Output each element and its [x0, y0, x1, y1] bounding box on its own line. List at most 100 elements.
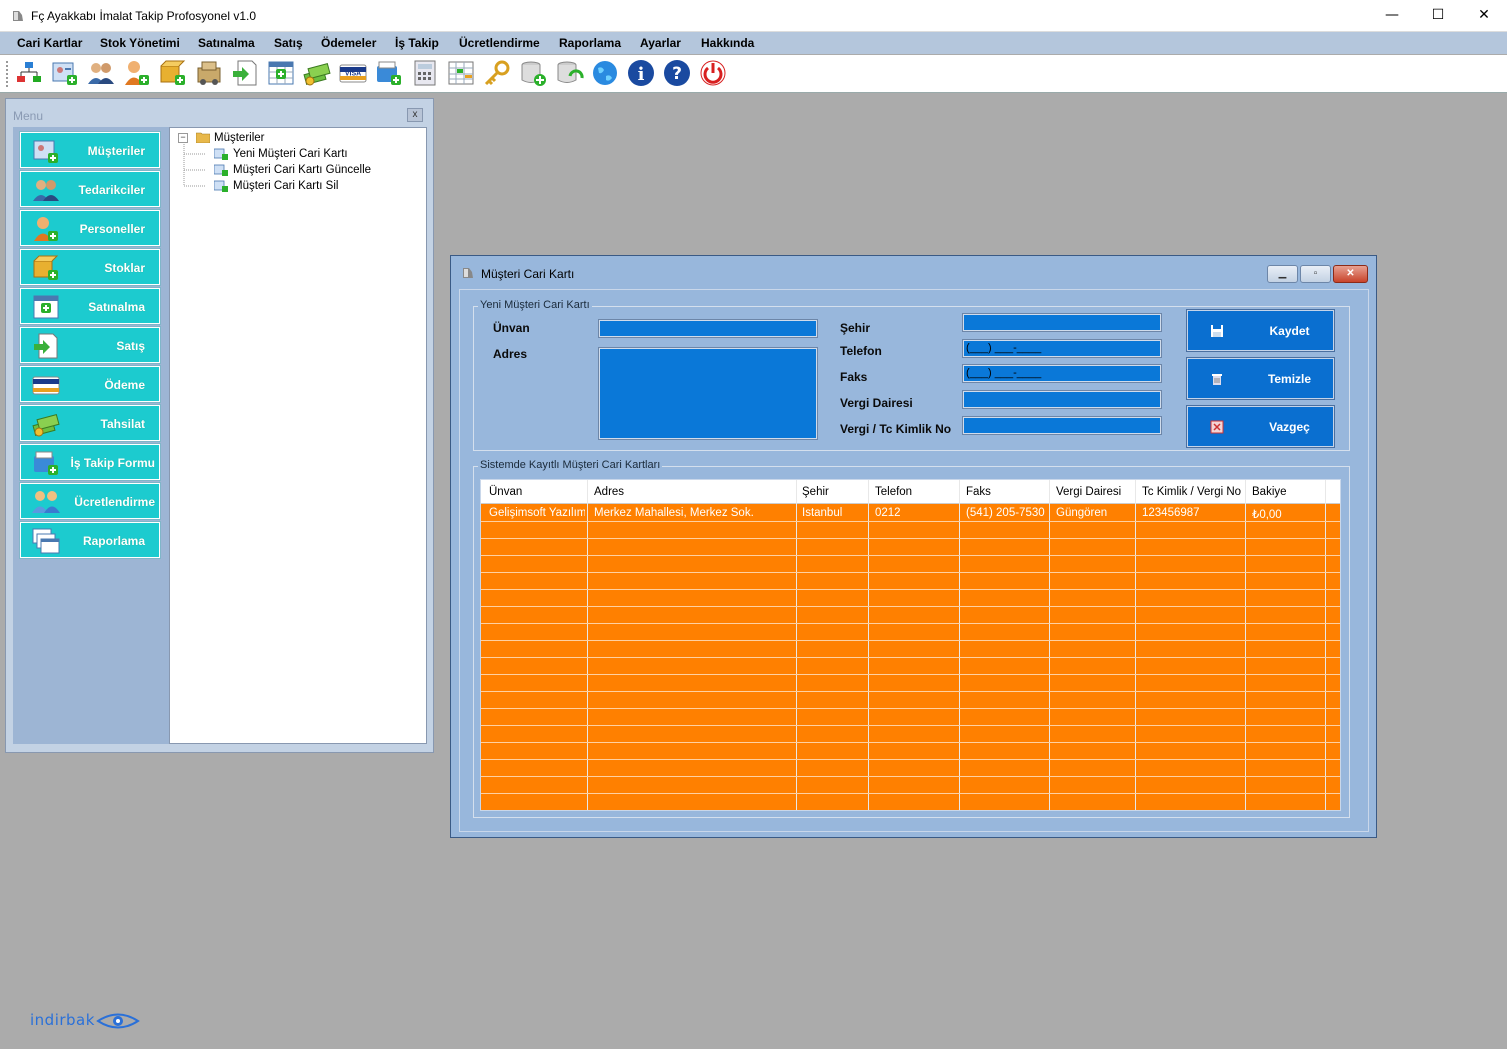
nav-button-odeme[interactable]: Ödeme [19, 365, 161, 403]
grid-header-unvan[interactable]: Ünvan [489, 486, 522, 498]
registered-customers-group-title: Sistemde Kayıtlı Müşteri Cari Kartları [478, 459, 663, 471]
nav-button-stoklar[interactable]: Stoklar [19, 248, 161, 286]
dialog-restore-button[interactable]: ▫ [1300, 265, 1331, 283]
vergi-dairesi-input[interactable] [962, 390, 1162, 409]
close-button[interactable]: ✕ [1461, 0, 1507, 32]
grid-cell-adres[interactable]: Merkez Mahallesi, Merkez Sok. [594, 507, 794, 519]
menu-panel-close-button[interactable]: x [407, 108, 423, 122]
nav-button-satinalma[interactable]: Satınalma [19, 287, 161, 325]
vergi-tc-input[interactable] [962, 416, 1162, 435]
dialog-title: Müşteri Cari Kartı [481, 267, 575, 281]
tree-item-yeni-musteri[interactable]: Yeni Müşteri Cari Kartı [233, 148, 348, 160]
nav-button-personeller[interactable]: Personeller [19, 209, 161, 247]
grid-header-faks[interactable]: Faks [966, 486, 991, 498]
grid-cell-faks[interactable]: (541) 205-7530 [966, 507, 1048, 519]
menu-cari-kartlar[interactable]: Cari Kartlar [17, 36, 82, 50]
customer-card-add-icon[interactable] [50, 58, 80, 88]
calculator-icon[interactable] [410, 58, 440, 88]
maximize-button[interactable]: ☐ [1415, 0, 1461, 32]
nav-button-satis[interactable]: Satış [19, 326, 161, 364]
database-add-icon[interactable] [518, 58, 548, 88]
grid-cell-tc-vergi-no[interactable]: 123456987 [1142, 507, 1242, 519]
grid-column-separator[interactable] [1325, 480, 1326, 810]
grid-header-sehir[interactable]: Şehir [802, 486, 829, 498]
grid-report-icon[interactable] [446, 58, 476, 88]
menu-stok-yonetimi[interactable]: Stok Yönetimi [100, 36, 180, 50]
grid-row-line [481, 640, 1340, 641]
sehir-input[interactable] [962, 313, 1162, 332]
grid-cell-telefon[interactable]: 0212 [875, 507, 957, 519]
nav-button-raporlama[interactable]: Raporlama [19, 521, 161, 559]
boxes-icon[interactable] [194, 58, 224, 88]
clear-button[interactable]: Temizle [1186, 357, 1335, 400]
payment-collect-icon[interactable] [302, 58, 332, 88]
tree-root-musteriler[interactable]: Müşteriler [214, 132, 264, 144]
personnel-add-icon[interactable] [122, 58, 152, 88]
nav-button-is-takip-formu[interactable]: İş Takip Formu [19, 443, 161, 481]
sales-doc-icon[interactable] [230, 58, 260, 88]
help-icon[interactable]: ? [662, 58, 692, 88]
visa-card-icon[interactable]: VISA [338, 58, 368, 88]
grid-cell-sehir[interactable]: İstanbul [802, 507, 866, 519]
grid-cell-bakiye[interactable]: ₺0,00 [1252, 507, 1322, 521]
nav-button-musteriler[interactable]: Müşteriler [19, 131, 161, 169]
telefon-masked-input[interactable]: (___) ___-____ [962, 339, 1162, 358]
grid-header-bakiye[interactable]: Bakiye [1252, 486, 1287, 498]
menu-hakkinda[interactable]: Hakkında [701, 36, 754, 50]
tree-item-musteri-guncelle[interactable]: Müşteri Cari Kartı Güncelle [233, 164, 371, 176]
grid-column-separator[interactable] [1135, 480, 1136, 810]
nav-button-ucretlendirme[interactable]: Ücretlendirme [19, 482, 161, 520]
faks-masked-input[interactable]: (___) ___-____ [962, 364, 1162, 383]
menu-panel-title: Menu [13, 109, 44, 123]
menu-satinalma[interactable]: Satınalma [198, 36, 255, 50]
key-icon[interactable] [482, 58, 512, 88]
grid-row-line [481, 708, 1340, 709]
org-chart-icon[interactable] [14, 58, 44, 88]
menu-ucretlendirme[interactable]: Ücretlendirme [459, 36, 540, 50]
menu-ayarlar[interactable]: Ayarlar [640, 36, 681, 50]
nav-button-tahsilat[interactable]: Tahsilat [19, 404, 161, 442]
dialog-minimize-button[interactable]: ▁ [1267, 265, 1298, 283]
tree-item-musteri-sil[interactable]: Müşteri Cari Kartı Sil [233, 180, 338, 192]
power-icon[interactable] [698, 58, 728, 88]
menu-satis[interactable]: Satış [274, 36, 303, 50]
grid-column-separator[interactable] [868, 480, 869, 810]
grid-column-separator[interactable] [959, 480, 960, 810]
grid-header-vergi-dairesi[interactable]: Vergi Dairesi [1056, 486, 1121, 498]
nav-button-tedarikciler[interactable]: Tedarikciler [19, 170, 161, 208]
grid-row-line [481, 521, 1340, 522]
folder-icon [196, 132, 210, 143]
grid-column-separator[interactable] [587, 480, 588, 810]
adres-textarea[interactable] [598, 347, 818, 440]
menu-odemeler[interactable]: Ödemeler [321, 36, 376, 50]
globe-icon[interactable] [590, 58, 620, 88]
job-tracking-icon[interactable] [374, 58, 404, 88]
watermark-eye-icon [96, 1013, 140, 1029]
menu-is-takip[interactable]: İş Takip [395, 36, 439, 50]
grid-header-tc-vergi-no[interactable]: Tc Kimlik / Vergi No [1142, 486, 1241, 498]
grid-cell-unvan[interactable]: Gelişimsoft Yazılım ... [489, 507, 585, 519]
cancel-button[interactable]: Vazgeç [1186, 405, 1335, 448]
grid-column-separator[interactable] [1245, 480, 1246, 810]
dialog-close-button[interactable]: ✕ [1333, 265, 1368, 283]
stock-add-icon[interactable] [158, 58, 188, 88]
purchase-calendar-icon[interactable] [266, 58, 296, 88]
grid-header-telefon[interactable]: Telefon [875, 486, 912, 498]
minimize-button[interactable]: — [1369, 0, 1415, 32]
svg-text:VISA: VISA [345, 71, 361, 78]
save-button[interactable]: Kaydet [1186, 309, 1335, 352]
grid-cell-vergi-dairesi[interactable]: Güngören [1056, 507, 1134, 519]
info-icon[interactable]: i [626, 58, 656, 88]
suppliers-icon[interactable] [86, 58, 116, 88]
unvan-input[interactable] [598, 319, 818, 338]
grid-column-separator[interactable] [1049, 480, 1050, 810]
tree-collapse-toggle[interactable]: − [178, 133, 188, 143]
window-title-bar: Fç Ayakkabı İmalat Takip Profosyonel v1.… [0, 0, 1507, 32]
grid-column-separator[interactable] [796, 480, 797, 810]
database-sync-icon[interactable] [554, 58, 584, 88]
toolbar-grip[interactable] [6, 61, 8, 87]
customers-grid[interactable]: Ünvan Adres Şehir Telefon Faks Vergi Dai… [480, 479, 1341, 811]
grid-header-adres[interactable]: Adres [594, 486, 624, 498]
label-vergi-tc: Vergi / Tc Kimlik No [840, 422, 952, 436]
menu-raporlama[interactable]: Raporlama [559, 36, 621, 50]
